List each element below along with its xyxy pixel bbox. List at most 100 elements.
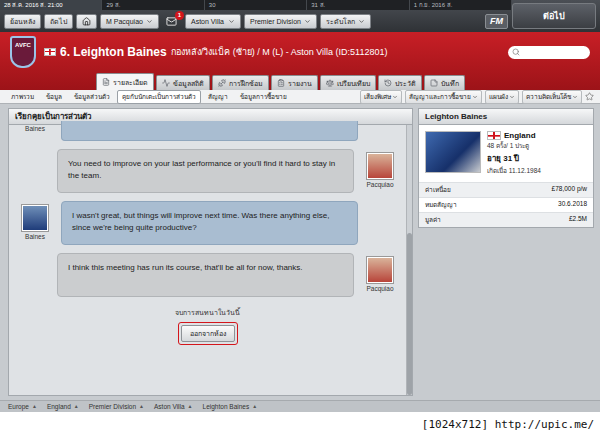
detail-row: มูลค่า£2.5M bbox=[419, 212, 593, 227]
continue-button[interactable]: ต่อไป bbox=[512, 3, 596, 29]
tab[interactable]: ประวัติ bbox=[378, 75, 422, 90]
date-cell[interactable]: 31 ส. bbox=[307, 0, 409, 10]
speaker-name: Pacquiao bbox=[366, 285, 393, 292]
chat-bubble: I think this meeting has run its course,… bbox=[57, 253, 354, 297]
speaker-name: Baines bbox=[25, 233, 45, 240]
chat-message: Baines bbox=[13, 121, 402, 141]
star-icon[interactable] bbox=[585, 92, 594, 101]
subtab[interactable]: ภาพรวม bbox=[6, 90, 39, 104]
notes-icon bbox=[430, 79, 438, 87]
speaker-name: Baines bbox=[25, 125, 45, 132]
search-icon bbox=[512, 48, 520, 56]
forward-button[interactable]: ถัดไป bbox=[44, 14, 73, 29]
subtab[interactable]: คุยกับนักเตะเป็นการส่วนตัว bbox=[117, 90, 201, 104]
image-host-caption: [1024x712] http://upic.me/ bbox=[0, 412, 600, 436]
chevron-down-icon bbox=[472, 94, 478, 100]
inbox-button[interactable]: 1 bbox=[162, 14, 182, 29]
chat-panel: เรียกคุยเป็นการส่วนตัวBainesPacquiaoYou … bbox=[8, 108, 413, 396]
home-button[interactable] bbox=[76, 14, 97, 29]
england-flag-icon bbox=[44, 48, 56, 56]
breadcrumb-item[interactable]: Europe▲ bbox=[8, 403, 37, 410]
player-photo bbox=[425, 131, 481, 173]
tab[interactable]: บันทึก bbox=[424, 75, 465, 90]
date-cell[interactable]: 30 bbox=[205, 0, 307, 10]
detail-row: หมดสัญญา30.6.2018 bbox=[419, 197, 593, 212]
back-button[interactable]: ย้อนหลัง bbox=[4, 14, 41, 29]
tab[interactable]: เปรียบเทียบ bbox=[320, 75, 376, 90]
breadcrumb-item[interactable]: Leighton Baines▲ bbox=[203, 403, 258, 410]
subtab-menu[interactable]: แผนผัง bbox=[485, 90, 519, 104]
player-header: AVFC 6. Leighton Baines กองหลัง/วิงแบ็ค (ซ… bbox=[0, 32, 600, 90]
chat-message: Baines I wasn't great, but things will im… bbox=[13, 201, 402, 245]
app-window: 28 ส.ค. 2016 ส. 21:0029 ส.3031 ส.1 ก.ย. … bbox=[0, 0, 600, 436]
subtab[interactable]: สัญญา bbox=[203, 90, 233, 104]
avatar-photo bbox=[22, 205, 48, 231]
compare-icon bbox=[326, 79, 334, 87]
tab-bar: รายละเอียดข้อมูลสถิติการฝึกซ้อมรายงานเปร… bbox=[0, 72, 600, 90]
subtab-menu[interactable]: ความคิดเห็นโค้ช bbox=[522, 90, 582, 104]
date-cell[interactable]: 28 ส.ค. 2016 ส. 21:00 bbox=[0, 0, 102, 10]
subtab[interactable]: ข้อมูลการซื้อขาย bbox=[235, 90, 292, 104]
league-dropdown[interactable]: Premier Division bbox=[244, 14, 317, 29]
chevron-down-icon bbox=[358, 18, 365, 25]
subtab-menu[interactable]: สัญญาและการซื้อขาย bbox=[405, 90, 482, 104]
breadcrumb-item[interactable]: Premier Division▲ bbox=[89, 403, 144, 410]
tab[interactable]: รายงาน bbox=[271, 75, 318, 90]
fm-logo[interactable]: FM bbox=[485, 14, 508, 29]
breadcrumb-item[interactable]: England▲ bbox=[47, 403, 79, 410]
speaker: Pacquiao bbox=[358, 149, 402, 188]
search-field[interactable] bbox=[508, 46, 590, 59]
scroll-thumb[interactable] bbox=[407, 233, 412, 395]
nation[interactable]: England bbox=[504, 131, 536, 140]
subtab[interactable]: ข้อมูลส่วนตัว bbox=[69, 90, 115, 104]
content: เรียกคุยเป็นการส่วนตัวBainesPacquiaoYou … bbox=[0, 104, 600, 400]
chevron-down-icon bbox=[572, 94, 578, 100]
home-icon bbox=[82, 17, 91, 26]
top-bar: 28 ส.ค. 2016 ส. 21:0029 ส.3031 ส.1 ก.ย. … bbox=[0, 0, 600, 32]
chat-message: Pacquiao You need to improve on your last… bbox=[13, 149, 402, 193]
avatar-photo bbox=[367, 257, 393, 283]
chevron-down-icon bbox=[228, 18, 235, 25]
breadcrumb-item[interactable]: Aston Villa▲ bbox=[154, 403, 193, 410]
club-dropdown[interactable]: Aston Villa bbox=[185, 14, 241, 29]
card-title: Leighton Baines bbox=[419, 109, 593, 125]
speaker: Pacquiao bbox=[358, 253, 402, 292]
club-badge[interactable]: AVFC bbox=[10, 36, 36, 68]
end-note: จบการสนทนาในวันนี้ bbox=[175, 307, 240, 318]
player-title: 6. Leighton Baines bbox=[60, 45, 167, 59]
tab[interactable]: รายละเอียด bbox=[96, 73, 154, 90]
manager-dropdown[interactable]: M Pacquiao bbox=[100, 14, 159, 29]
subtab[interactable]: ข้อมูล bbox=[41, 90, 67, 104]
player-subtitle: กองหลัง/วิงแบ็ค (ซ้าย) / M (L) - Aston V… bbox=[171, 45, 388, 59]
breadcrumb: Europe▲ England▲ Premier Division▲ Aston Vi… bbox=[0, 400, 600, 412]
chat-bubble: I wasn't great, but things will improve … bbox=[61, 201, 358, 245]
birth-date: เกิดเมื่อ 11.12.1984 bbox=[487, 166, 541, 176]
chat-bubble bbox=[61, 121, 358, 141]
detail-row: ค่าเหนื่อย£78,000 p/w bbox=[419, 182, 593, 197]
history-icon bbox=[384, 79, 392, 87]
subtab-menu[interactable]: เสียงพิเศษ bbox=[360, 90, 402, 104]
subtab-bar: ภาพรวมข้อมูลข้อมูลส่วนตัวคุยกับนักเตะเป็… bbox=[0, 90, 600, 104]
tab[interactable]: ข้อมูลสถิติ bbox=[156, 75, 210, 90]
date-cell[interactable]: 1 ก.ย. 2016 ส. bbox=[410, 0, 512, 10]
caps: 48 ครั้ง/ 1 ประตู bbox=[487, 141, 541, 151]
speaker: Baines bbox=[13, 121, 57, 132]
document-icon bbox=[102, 78, 110, 86]
speaker: Baines bbox=[13, 201, 57, 240]
report-icon bbox=[277, 79, 285, 87]
date-cell[interactable]: 29 ส. bbox=[102, 0, 204, 10]
scrollbar[interactable] bbox=[406, 125, 412, 395]
chevron-down-icon bbox=[392, 94, 398, 100]
age: อายุ 31 ปี bbox=[487, 152, 541, 165]
speaker-name: Pacquiao bbox=[366, 181, 393, 188]
chat-bubble: You need to improve on your last perform… bbox=[57, 149, 354, 193]
avatar-photo bbox=[367, 153, 393, 179]
player-card: Leighton Baines England48 ครั้ง/ 1 ประตูอ… bbox=[418, 108, 594, 228]
tab[interactable]: การฝึกซ้อม bbox=[212, 75, 269, 90]
leave-button[interactable]: ออกจากห้อง bbox=[181, 325, 235, 342]
chevron-down-icon bbox=[509, 94, 515, 100]
chevron-down-icon bbox=[146, 18, 153, 25]
world-dropdown[interactable]: ระดับโลก bbox=[320, 14, 371, 29]
chat-message: Pacquiao I think this meeting has run its… bbox=[13, 253, 402, 297]
chat-list: Baines Pacquiao You need to improve on you… bbox=[9, 125, 406, 395]
